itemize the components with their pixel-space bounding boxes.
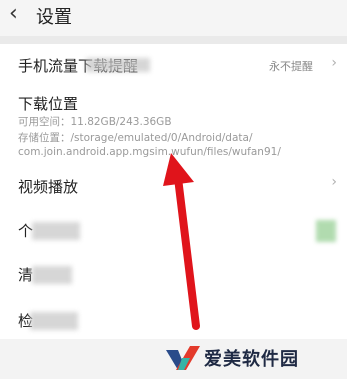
mobile-data-reminder-row[interactable]: 手机流量下载提醒 永不提醒 › <box>0 44 347 82</box>
watermark-text: 爱美软件园 <box>204 349 299 370</box>
blur-mask <box>30 312 78 330</box>
blurred-setting-row-1[interactable]: 个 <box>0 212 347 252</box>
watermark: 爱美软件园 <box>160 340 347 379</box>
download-location-row[interactable]: 下载位置 可用空间：11.82GB/243.36GB 存储位置：/storage… <box>0 88 347 170</box>
toggle-switch[interactable] <box>316 220 336 242</box>
video-playback-row[interactable]: 视频播放 › <box>0 170 347 210</box>
top-bar: ‹ 设置 <box>0 0 347 36</box>
video-playback-label: 视频播放 <box>18 178 79 196</box>
chevron-right-icon: › <box>331 174 337 190</box>
mobile-data-reminder-value: 永不提醒 <box>269 60 313 73</box>
back-icon[interactable]: ‹ <box>9 3 18 25</box>
settings-list: 手机流量下载提醒 永不提醒 › 下载位置 可用空间：11.82GB/243.36… <box>0 44 347 339</box>
blur-mask <box>32 266 72 284</box>
storage-path-text-2: com.join.android.app.mgsim.wufun/files/w… <box>18 146 281 158</box>
section-divider <box>0 36 347 44</box>
download-location-label: 下载位置 <box>18 95 79 113</box>
blurred-setting-label-1: 个 <box>18 222 34 240</box>
storage-path-text: 存储位置：/storage/emulated/0/Android/data/ <box>18 132 253 144</box>
blurred-setting-label-2: 清 <box>18 266 34 284</box>
blurred-setting-row-2[interactable]: 清 <box>0 254 347 294</box>
logo-icon <box>166 346 200 370</box>
page-title: 设置 <box>36 7 72 28</box>
chevron-right-icon: › <box>331 55 337 71</box>
blur-mask <box>32 222 80 240</box>
blurred-setting-row-3[interactable]: 检 <box>0 300 347 340</box>
blur-mask <box>86 58 150 72</box>
available-space-text: 可用空间：11.82GB/243.36GB <box>18 116 172 128</box>
